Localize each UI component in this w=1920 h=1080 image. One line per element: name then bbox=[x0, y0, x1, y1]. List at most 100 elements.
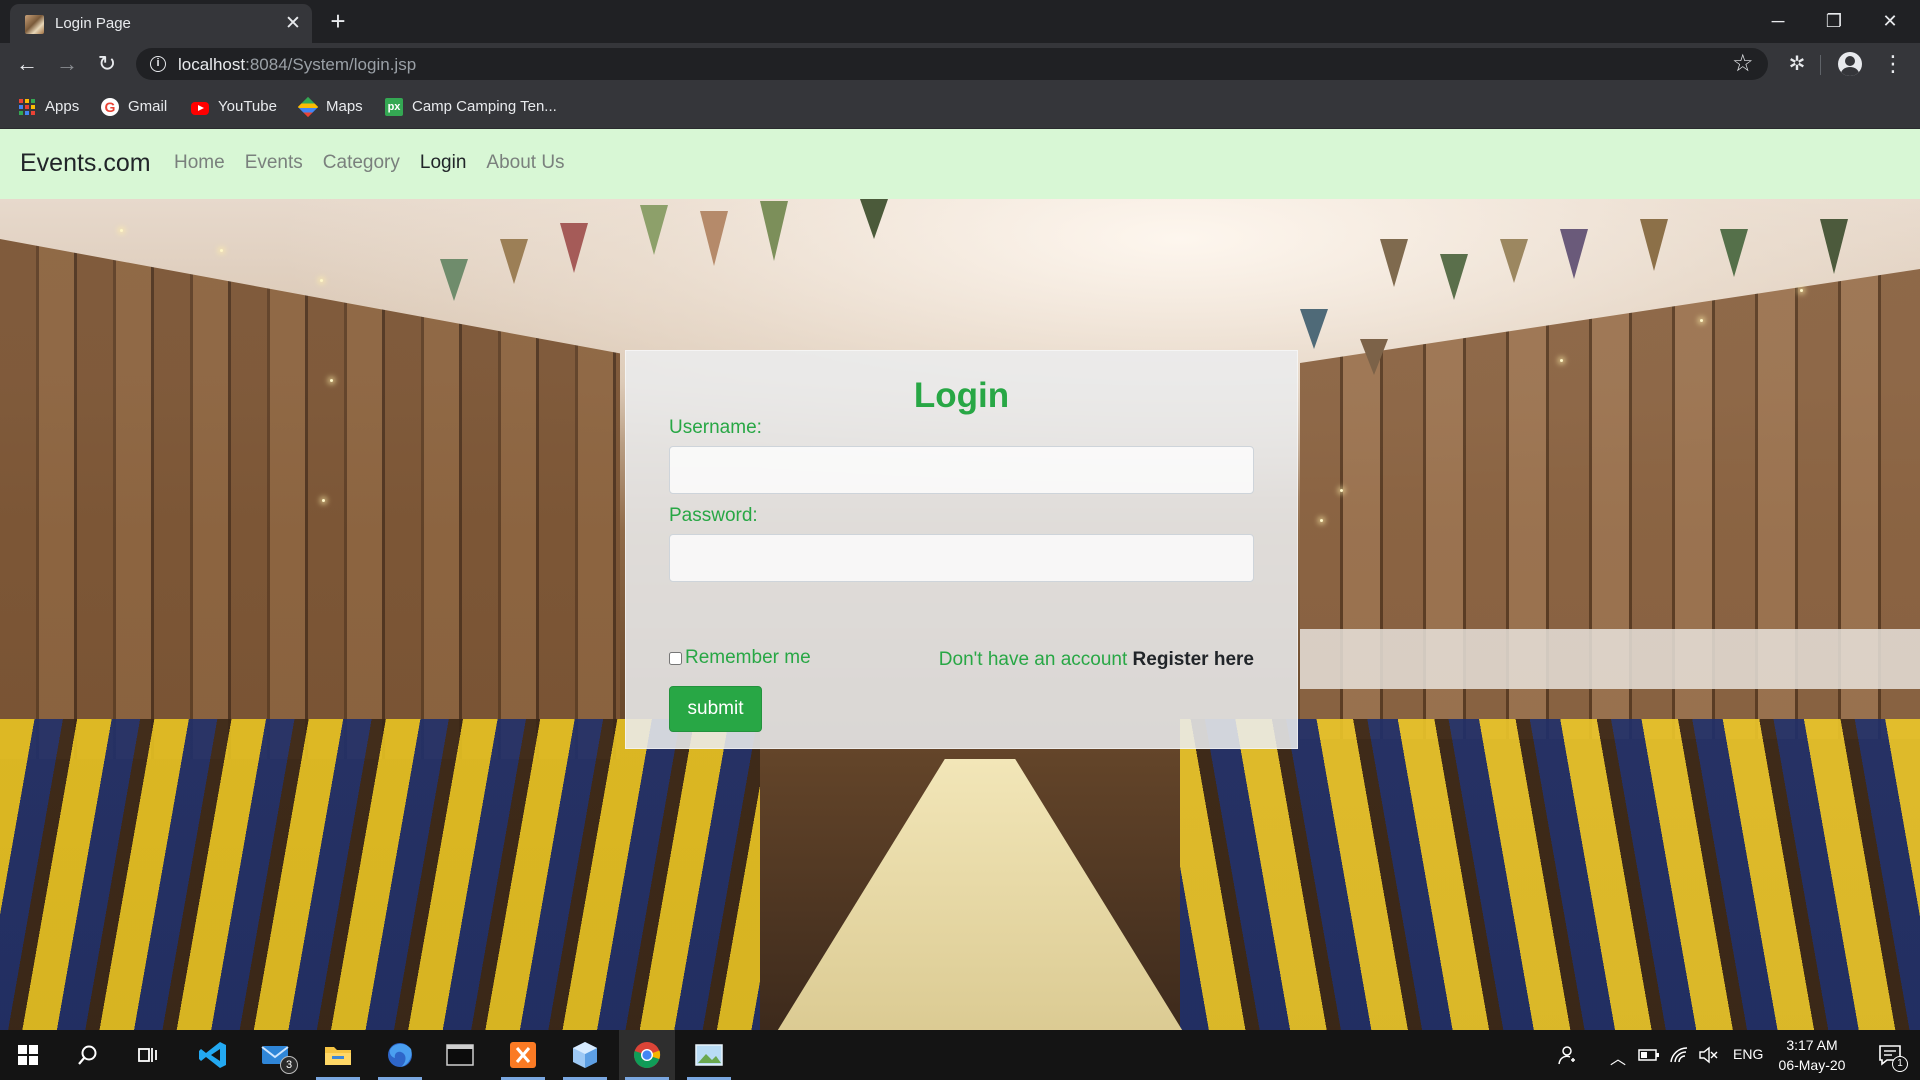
people-button[interactable] bbox=[1546, 1030, 1586, 1080]
search-button[interactable] bbox=[60, 1030, 116, 1080]
remember-me-label: Remember me bbox=[685, 647, 811, 668]
background-band bbox=[1300, 629, 1920, 689]
remember-me-checkbox[interactable] bbox=[669, 651, 682, 665]
volume-button[interactable] bbox=[1693, 1030, 1723, 1080]
action-center-button[interactable]: 1 bbox=[1868, 1030, 1912, 1080]
fairy-light bbox=[330, 379, 333, 382]
restore-icon[interactable]: ❐ bbox=[1806, 2, 1862, 40]
password-label: Password: bbox=[669, 505, 758, 526]
tab-title: Login Page bbox=[55, 15, 131, 32]
bunting-flag bbox=[1360, 339, 1388, 375]
remember-me[interactable]: Remember me bbox=[669, 647, 811, 669]
bookmark-label: Maps bbox=[326, 98, 363, 115]
web-page: Events.com Home Events Category Login Ab… bbox=[0, 129, 1920, 1030]
reload-icon[interactable]: ↻ bbox=[92, 49, 122, 79]
register-link[interactable]: Register here bbox=[1133, 649, 1254, 670]
task-view-button[interactable] bbox=[120, 1030, 176, 1080]
volume-muted-icon bbox=[1699, 1046, 1718, 1064]
browser-toolbar: ← → ↻ i localhost:8084/System/login.jsp … bbox=[0, 43, 1920, 85]
fairy-light bbox=[322, 499, 325, 502]
wifi-button[interactable] bbox=[1664, 1030, 1694, 1080]
login-title: Login bbox=[913, 376, 1010, 415]
taskbar-mail[interactable]: 3 bbox=[248, 1030, 304, 1080]
site-brand[interactable]: Events.com bbox=[20, 149, 151, 178]
menu-kebab-icon[interactable]: ⋮ bbox=[1878, 49, 1908, 79]
fairy-light bbox=[1800, 289, 1803, 292]
battery-icon bbox=[1638, 1049, 1659, 1061]
taskbar-virtualbox[interactable] bbox=[557, 1030, 613, 1080]
url-host: localhost bbox=[178, 55, 246, 74]
close-window-icon[interactable]: ✕ bbox=[1862, 2, 1918, 40]
fairy-light bbox=[120, 229, 123, 232]
tab-close-icon[interactable]: ✕ bbox=[282, 13, 304, 35]
start-button[interactable] bbox=[0, 1030, 56, 1080]
browser-tab[interactable]: Login Page ✕ bbox=[10, 4, 312, 43]
apps-icon bbox=[18, 98, 36, 116]
new-tab-icon[interactable]: + bbox=[324, 8, 352, 36]
vscode-icon bbox=[199, 1042, 226, 1068]
bookmarks-bar: Apps G Gmail YouTube Maps px Camp Campin… bbox=[0, 85, 1920, 129]
nav-category[interactable]: Category bbox=[323, 152, 400, 174]
bookmark-maps[interactable]: Maps bbox=[297, 96, 363, 118]
nav-links: Home Events Category Login About Us bbox=[174, 152, 565, 174]
submit-button[interactable]: submit bbox=[669, 686, 762, 732]
nav-events[interactable]: Events bbox=[245, 152, 303, 174]
forward-icon[interactable]: → bbox=[52, 49, 82, 79]
nav-home[interactable]: Home bbox=[174, 152, 225, 174]
bookmark-star-icon[interactable]: ☆ bbox=[1732, 50, 1754, 78]
bunting-flag bbox=[860, 199, 888, 239]
taskbar-file-explorer[interactable] bbox=[310, 1030, 366, 1080]
bookmark-camp-camping[interactable]: px Camp Camping Ten... bbox=[385, 96, 557, 118]
bunting-flag bbox=[1440, 254, 1468, 300]
taskbar-firefox[interactable] bbox=[372, 1030, 428, 1080]
browser-tab-strip: Login Page ✕ + ─ ❐ ✕ bbox=[0, 0, 1920, 43]
clock-time: 3:17 AM bbox=[1786, 1037, 1838, 1053]
fairy-light bbox=[1700, 319, 1703, 322]
nav-about-us[interactable]: About Us bbox=[486, 152, 564, 174]
profile-avatar-icon[interactable] bbox=[1838, 52, 1862, 76]
battery-button[interactable] bbox=[1634, 1030, 1664, 1080]
bookmark-apps[interactable]: Apps bbox=[18, 96, 79, 118]
minimize-icon[interactable]: ─ bbox=[1750, 2, 1806, 40]
taskbar-vscode[interactable] bbox=[185, 1030, 241, 1080]
cube-icon bbox=[573, 1042, 597, 1068]
background-chairs-left bbox=[0, 719, 760, 1030]
extension-icon[interactable]: ✲ bbox=[1782, 49, 1812, 79]
bookmark-youtube[interactable]: YouTube bbox=[191, 96, 277, 118]
fairy-light bbox=[320, 279, 323, 282]
notification-badge: 1 bbox=[1892, 1056, 1908, 1072]
taskbar-xampp[interactable] bbox=[495, 1030, 551, 1080]
taskbar-image-viewer[interactable] bbox=[681, 1030, 737, 1080]
bunting-flag bbox=[1640, 219, 1668, 271]
page-favicon-icon bbox=[25, 15, 44, 34]
bunting-flag bbox=[1560, 229, 1588, 279]
username-input[interactable] bbox=[669, 446, 1254, 494]
system-clock[interactable]: 3:17 AM 06-May-20 bbox=[1764, 1035, 1860, 1075]
wifi-icon bbox=[1670, 1047, 1688, 1063]
bunting-flag bbox=[700, 211, 728, 266]
input-language[interactable]: ENG bbox=[1733, 1046, 1763, 1062]
background-chairs-right bbox=[1180, 719, 1920, 1030]
nav-login[interactable]: Login bbox=[420, 152, 467, 174]
tray-overflow-icon[interactable]: ︿ bbox=[1610, 1045, 1626, 1069]
site-navbar: Events.com Home Events Category Login Ab… bbox=[0, 129, 1920, 199]
address-bar[interactable]: i localhost:8084/System/login.jsp ☆ bbox=[136, 48, 1768, 80]
bookmark-gmail[interactable]: G Gmail bbox=[101, 96, 167, 118]
task-view-icon bbox=[138, 1048, 157, 1062]
username-label: Username: bbox=[669, 417, 762, 438]
bunting-flag bbox=[1820, 219, 1848, 274]
bunting-flag bbox=[1380, 239, 1408, 287]
taskbar-chrome[interactable] bbox=[619, 1030, 675, 1080]
fairy-light bbox=[1560, 359, 1563, 362]
password-input[interactable] bbox=[669, 534, 1254, 582]
site-info-icon[interactable]: i bbox=[150, 56, 166, 72]
bookmark-label: Camp Camping Ten... bbox=[412, 98, 557, 115]
terminal-icon bbox=[446, 1044, 474, 1066]
back-icon[interactable]: ← bbox=[12, 49, 42, 79]
bunting-flag bbox=[500, 239, 528, 284]
url-path: :8084/System/login.jsp bbox=[245, 55, 417, 74]
youtube-icon bbox=[191, 101, 209, 115]
firefox-icon bbox=[388, 1043, 412, 1067]
taskbar-terminal[interactable] bbox=[432, 1030, 488, 1080]
bunting-flag bbox=[1720, 229, 1748, 277]
